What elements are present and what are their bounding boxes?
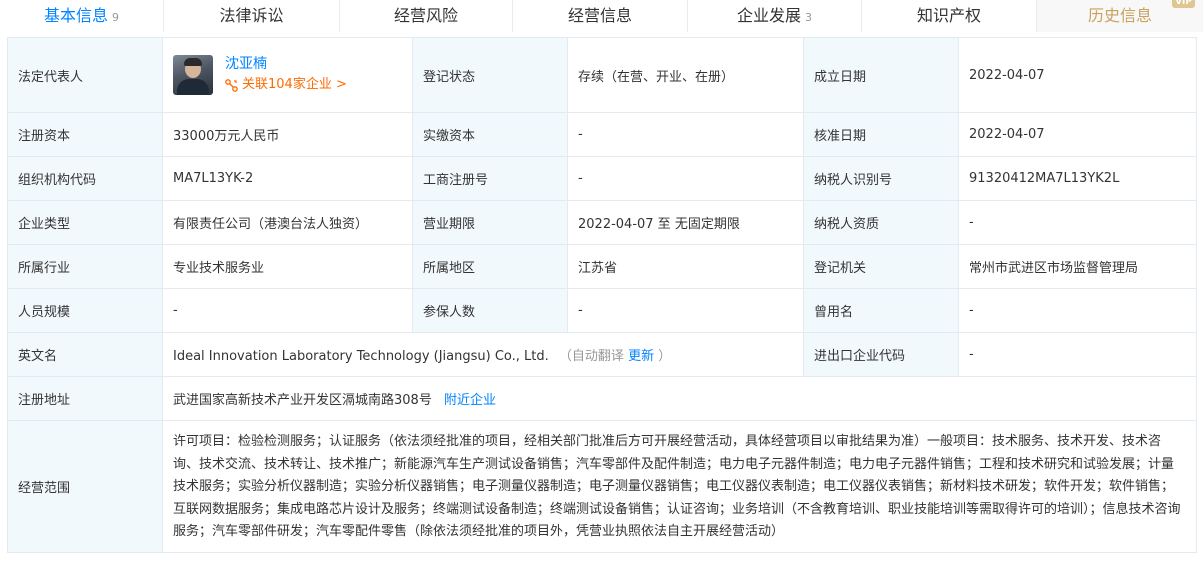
field-label: 经营范围	[7, 420, 163, 553]
tab-legal-litigation[interactable]: 法律诉讼	[164, 0, 340, 32]
field-value: 常州市武进区市场监督管理局	[958, 244, 1197, 289]
field-label: 注册地址	[7, 376, 163, 421]
legal-rep-name-link[interactable]: 沈亚楠	[225, 54, 347, 74]
table-row: 法定代表人 沈亚楠 关联104家企业 > 登记状态 存续（在营、开业、在册） 成…	[7, 37, 1197, 113]
field-value: 2022-04-07	[958, 37, 1197, 113]
field-label: 工商注册号	[412, 156, 568, 201]
field-label: 法定代表人	[7, 37, 163, 113]
table-row: 经营范围 许可项目：检验检测服务；认证服务（依法须经批准的项目，经相关部门批准后…	[7, 420, 1197, 553]
table-row: 企业类型 有限责任公司（港澳台法人独资） 营业期限 2022-04-07 至 无…	[7, 200, 1197, 245]
table-row: 注册资本 33000万元人民币 实缴资本 - 核准日期 2022-04-07	[7, 112, 1197, 157]
field-label: 营业期限	[412, 200, 568, 245]
tab-label: 企业发展	[736, 6, 801, 25]
field-label: 曾用名	[803, 288, 959, 333]
tab-business-risk[interactable]: 经营风险	[340, 0, 513, 32]
legal-rep-cell: 沈亚楠 关联104家企业 >	[162, 37, 413, 113]
field-value: 江苏省	[567, 244, 804, 289]
field-value: 33000万元人民币	[162, 112, 413, 157]
tab-label: 经营信息	[567, 6, 632, 25]
field-value: 91320412MA7L13YK2L	[958, 156, 1197, 201]
field-value: -	[958, 332, 1197, 377]
field-value: 武进国家高新技术产业开发区滆城南路308号	[173, 393, 432, 408]
tab-count: 9	[112, 11, 119, 24]
field-label: 成立日期	[803, 37, 959, 113]
field-label: 实缴资本	[412, 112, 568, 157]
english-name-cell: Ideal Innovation Laboratory Technology (…	[162, 332, 804, 377]
tab-count: 3	[805, 11, 812, 24]
field-label: 英文名	[7, 332, 163, 377]
relation-icon	[225, 78, 238, 92]
tab-label: 经营风险	[393, 6, 458, 25]
table-row: 所属行业 专业技术服务业 所属地区 江苏省 登记机关 常州市武进区市场监督管理局	[7, 244, 1197, 289]
field-value: -	[567, 288, 804, 333]
field-value: 2022-04-07 至 无固定期限	[567, 200, 804, 245]
tab-bar: 基本信息 9 法律诉讼 经营风险 经营信息 企业发展 3 知识产权 历史信息 VIP	[0, 0, 1203, 32]
field-value: -	[162, 288, 413, 333]
table-row: 英文名 Ideal Innovation Laboratory Technolo…	[7, 332, 1197, 377]
tab-label: 知识产权	[916, 6, 981, 25]
field-value: Ideal Innovation Laboratory Technology (…	[173, 349, 549, 364]
field-label: 企业类型	[7, 200, 163, 245]
field-value: 专业技术服务业	[162, 244, 413, 289]
related-companies-label: 关联104家企业 >	[242, 77, 347, 92]
nearby-companies-link[interactable]: 附近企业	[444, 393, 496, 408]
field-value: -	[958, 200, 1197, 245]
field-value: -	[567, 156, 804, 201]
tab-label: 基本信息	[43, 6, 108, 25]
field-label: 人员规模	[7, 288, 163, 333]
field-value: MA7L13YK-2	[162, 156, 413, 201]
tab-basic-info[interactable]: 基本信息 9	[0, 0, 164, 32]
basic-info-table: 法定代表人 沈亚楠 关联104家企业 > 登记状态 存续（在营、开业、在册） 成…	[7, 37, 1197, 553]
field-label: 进出口企业代码	[803, 332, 959, 377]
auto-translate-note: （自动翻译	[558, 349, 624, 364]
field-label: 组织机构代码	[7, 156, 163, 201]
field-value: -	[567, 112, 804, 157]
update-link[interactable]: 更新	[628, 349, 654, 364]
address-cell: 武进国家高新技术产业开发区滆城南路308号 附近企业	[162, 376, 1197, 421]
related-companies-link[interactable]: 关联104家企业 >	[225, 74, 347, 96]
field-label: 登记状态	[412, 37, 568, 113]
vip-badge: VIP	[1172, 0, 1195, 8]
tab-business-info[interactable]: 经营信息	[513, 0, 688, 32]
field-label: 注册资本	[7, 112, 163, 157]
avatar[interactable]	[173, 55, 213, 95]
table-row: 组织机构代码 MA7L13YK-2 工商注册号 - 纳税人识别号 9132041…	[7, 156, 1197, 201]
field-value: -	[958, 288, 1197, 333]
field-label: 纳税人识别号	[803, 156, 959, 201]
field-label: 核准日期	[803, 112, 959, 157]
tab-ip[interactable]: 知识产权	[862, 0, 1037, 32]
field-label: 纳税人资质	[803, 200, 959, 245]
field-label: 参保人数	[412, 288, 568, 333]
field-value: 存续（在营、开业、在册）	[567, 37, 804, 113]
tab-history[interactable]: 历史信息 VIP	[1037, 0, 1203, 32]
field-value: 有限责任公司（港澳台法人独资）	[162, 200, 413, 245]
field-label: 所属地区	[412, 244, 568, 289]
business-scope-text: 许可项目：检验检测服务；认证服务（依法须经批准的项目，经相关部门批准后方可开展经…	[162, 420, 1197, 553]
table-row: 人员规模 - 参保人数 - 曾用名 -	[7, 288, 1197, 333]
field-label: 登记机关	[803, 244, 959, 289]
table-row: 注册地址 武进国家高新技术产业开发区滆城南路308号 附近企业	[7, 376, 1197, 421]
tab-label: 历史信息	[1087, 6, 1152, 25]
close-paren: ）	[658, 349, 672, 364]
tab-development[interactable]: 企业发展 3	[688, 0, 862, 32]
field-value: 2022-04-07	[958, 112, 1197, 157]
tab-label: 法律诉讼	[219, 6, 284, 25]
field-label: 所属行业	[7, 244, 163, 289]
